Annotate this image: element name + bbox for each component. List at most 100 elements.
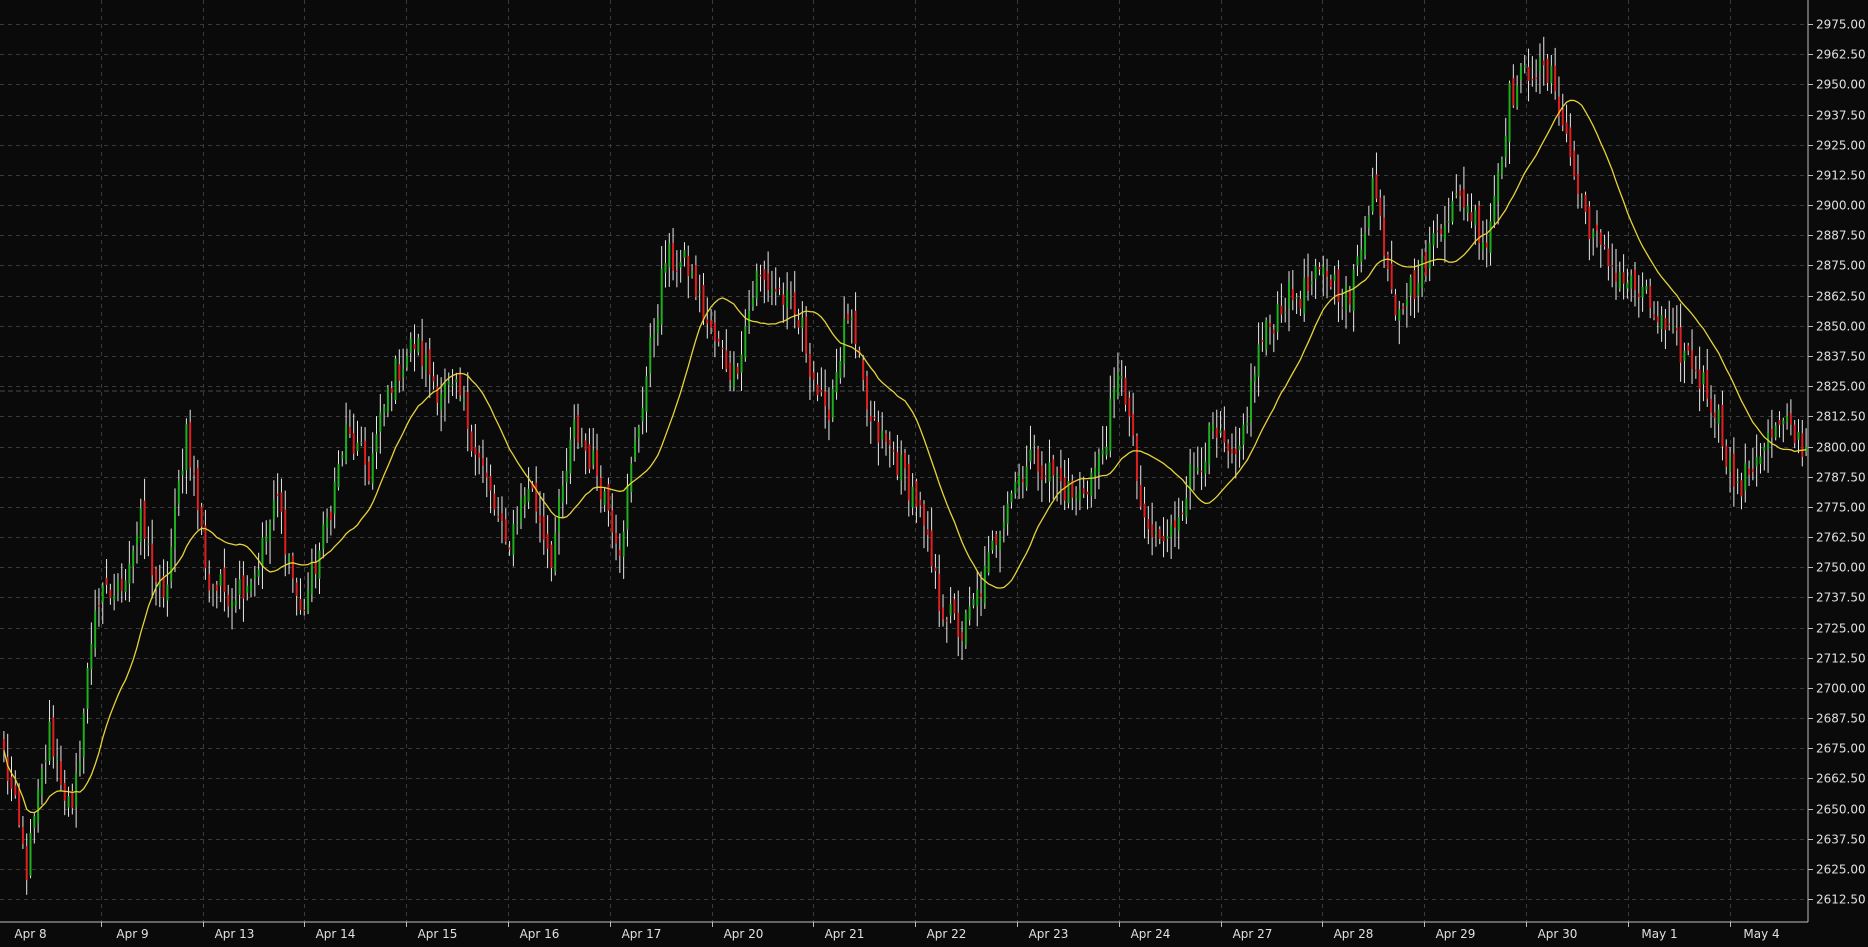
candle-up bbox=[1048, 462, 1051, 482]
candle-down bbox=[1379, 197, 1382, 216]
candlestick-chart[interactable]: 2975.00 2962.50 2950.00 2937.50 2925.00 2912.… bbox=[0, 0, 1868, 947]
candle-down bbox=[474, 447, 477, 455]
candle-up bbox=[417, 337, 420, 353]
x-tick-label: Apr 28 bbox=[1334, 927, 1374, 941]
candle-up bbox=[1257, 344, 1260, 377]
x-tick-label: Apr 30 bbox=[1538, 927, 1578, 941]
candle-down bbox=[611, 510, 614, 533]
candle-down bbox=[1527, 66, 1530, 81]
candle-up bbox=[257, 569, 260, 577]
candle-up bbox=[1204, 461, 1207, 474]
candle-up bbox=[1797, 431, 1800, 440]
candle-down bbox=[1147, 518, 1150, 530]
candle-down bbox=[1599, 232, 1602, 245]
candle-up bbox=[219, 573, 222, 586]
candle-down bbox=[1261, 340, 1264, 343]
candle-down bbox=[919, 499, 922, 506]
candle-down bbox=[1348, 290, 1351, 305]
candle-down bbox=[1725, 445, 1728, 467]
candle-up bbox=[645, 375, 648, 412]
candle-down bbox=[223, 567, 226, 593]
candle-up bbox=[664, 263, 667, 273]
candle-up bbox=[383, 407, 386, 413]
candle-down bbox=[717, 338, 720, 342]
candle-up bbox=[307, 590, 310, 612]
candle-up bbox=[1002, 522, 1005, 529]
x-tick-label: Apr 23 bbox=[1029, 927, 1069, 941]
candle-up bbox=[683, 250, 686, 258]
candle-down bbox=[1230, 448, 1233, 454]
candle-down bbox=[1706, 369, 1709, 399]
candle-down bbox=[1694, 369, 1697, 372]
candle-down bbox=[208, 574, 211, 591]
x-tick-label: May 4 bbox=[1743, 927, 1779, 941]
candle-down bbox=[596, 450, 599, 476]
candle-up bbox=[1303, 277, 1306, 314]
candle-down bbox=[1789, 413, 1792, 425]
candle-down bbox=[504, 519, 507, 542]
candle-up bbox=[1242, 424, 1245, 446]
candle-down bbox=[390, 388, 393, 393]
candle-up bbox=[1265, 320, 1268, 350]
candle-up bbox=[1447, 220, 1450, 223]
candle-up bbox=[1550, 65, 1553, 84]
candle-up bbox=[1580, 198, 1583, 200]
candle-up bbox=[839, 361, 842, 379]
x-tick-label: Apr 22 bbox=[927, 927, 967, 941]
candle-down bbox=[721, 347, 724, 350]
candle-up bbox=[265, 536, 268, 542]
y-tick-label: 2687.50 bbox=[1816, 712, 1866, 726]
candle-up bbox=[1345, 285, 1348, 310]
candle-down bbox=[1531, 78, 1534, 81]
candle-up bbox=[67, 796, 70, 808]
candle-down bbox=[215, 584, 218, 591]
candle-down bbox=[1135, 435, 1138, 482]
candle-down bbox=[846, 313, 849, 321]
x-tick-label: Apr 21 bbox=[825, 927, 865, 941]
candle-up bbox=[1075, 494, 1078, 499]
candle-up bbox=[177, 480, 180, 505]
candle-up bbox=[1736, 481, 1739, 483]
candle-up bbox=[755, 270, 758, 299]
candle-down bbox=[980, 593, 983, 597]
candle-down bbox=[934, 567, 937, 572]
candle-down bbox=[706, 319, 709, 324]
candle-up bbox=[1105, 446, 1108, 456]
candle-down bbox=[329, 511, 332, 521]
candle-up bbox=[622, 531, 625, 557]
candle-up bbox=[1010, 493, 1013, 503]
x-tick-label: Apr 8 bbox=[14, 927, 46, 941]
candle-down bbox=[500, 513, 503, 521]
candle-up bbox=[394, 358, 397, 401]
candle-up bbox=[310, 561, 313, 595]
candle-down bbox=[189, 422, 192, 468]
candle-up bbox=[1786, 415, 1789, 423]
candle-up bbox=[1660, 314, 1663, 330]
candle-down bbox=[1021, 478, 1024, 483]
candle-down bbox=[1546, 58, 1549, 83]
candle-up bbox=[1360, 249, 1363, 262]
chart-canvas[interactable]: 2975.00 2962.50 2950.00 2937.50 2925.00 2912.… bbox=[0, 0, 1868, 947]
candle-down bbox=[478, 452, 481, 458]
candle-down bbox=[1554, 65, 1557, 92]
candle-down bbox=[938, 573, 941, 612]
candle-down bbox=[782, 294, 785, 305]
candle-up bbox=[272, 499, 275, 520]
candle-up bbox=[1538, 57, 1541, 72]
y-tick-label: 2625.00 bbox=[1816, 863, 1866, 877]
candle-down bbox=[1059, 468, 1062, 482]
candle-up bbox=[900, 455, 903, 481]
candle-up bbox=[451, 384, 454, 386]
y-tick-label: 2975.00 bbox=[1816, 18, 1866, 32]
candle-down bbox=[1440, 228, 1443, 234]
candle-down bbox=[1227, 443, 1230, 452]
candle-down bbox=[1698, 369, 1701, 389]
candle-down bbox=[1573, 150, 1576, 177]
candle-down bbox=[1037, 448, 1040, 472]
candle-down bbox=[1565, 122, 1568, 134]
candle-down bbox=[1424, 252, 1427, 276]
candle-down bbox=[736, 366, 739, 374]
candle-up bbox=[1238, 445, 1241, 450]
candle-up bbox=[679, 261, 682, 268]
candle-down bbox=[1326, 270, 1329, 277]
